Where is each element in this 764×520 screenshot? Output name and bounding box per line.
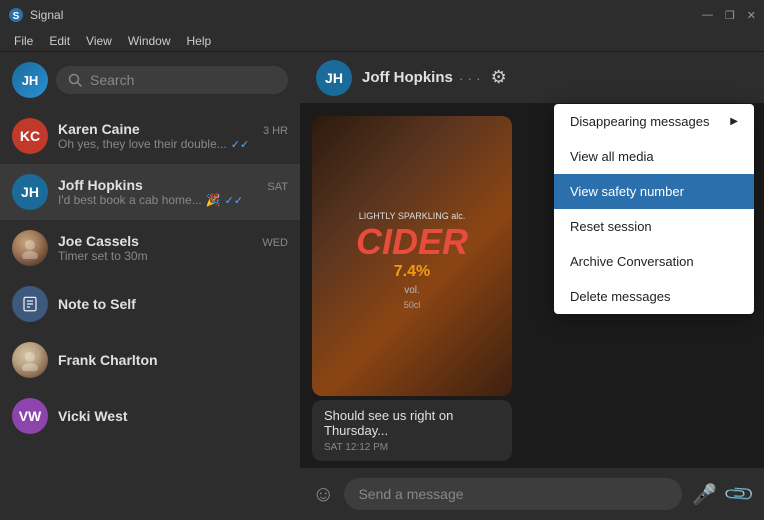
context-menu: Disappearing messages ▶ View all media V… — [554, 104, 754, 314]
list-item[interactable]: Frank Charlton — [0, 332, 300, 388]
emoji-icon: 🎉 — [206, 193, 221, 207]
list-item[interactable]: Note to Self — [0, 276, 300, 332]
chat-name: Joff Hopkins — [362, 69, 453, 86]
attachment-button[interactable]: 📎 — [722, 476, 757, 511]
cider-size-text: 50cl — [404, 300, 421, 310]
menu-help[interactable]: Help — [179, 30, 220, 51]
list-item[interactable]: VW Vicki West — [0, 388, 300, 444]
note-icon — [21, 295, 39, 313]
conv-preview: Timer set to 30m — [58, 249, 288, 263]
conv-name: Joe Cassels — [58, 233, 139, 249]
message-bubble: Should see us right on Thursday... SAT 1… — [312, 400, 512, 461]
main-layout: JH KC Karen Caine 3 HR — [0, 52, 764, 520]
list-item[interactable]: KC Karen Caine 3 HR Oh yes, they love th… — [0, 108, 300, 164]
minimize-button[interactable]: — — [702, 9, 713, 22]
my-avatar-initials: JH — [22, 73, 39, 88]
titlebar: S Signal — ❐ ✕ — [0, 0, 764, 30]
read-tick-icon: ✓✓ — [225, 194, 243, 207]
menu-file[interactable]: File — [6, 30, 41, 51]
message-image: LIGHTLY SPARKLING alc. CIDER 7.4% vol. 5… — [312, 116, 512, 396]
list-item[interactable]: JH Joff Hopkins SAT I'd best book a cab … — [0, 164, 300, 220]
search-input[interactable] — [90, 72, 276, 88]
conv-info: Joe Cassels WED Timer set to 30m — [58, 233, 288, 263]
menu-window[interactable]: Window — [120, 30, 179, 51]
conv-info: Joff Hopkins SAT I'd best book a cab hom… — [58, 177, 288, 207]
avatar: JH — [12, 174, 48, 210]
menu-item-delete-messages[interactable]: Delete messages — [554, 279, 754, 314]
sidebar: JH KC Karen Caine 3 HR — [0, 52, 300, 520]
avatar — [12, 230, 48, 266]
avatar — [12, 342, 48, 378]
conv-name: Frank Charlton — [58, 352, 158, 368]
conv-name: Note to Self — [58, 296, 136, 312]
cider-volume-text: vol. — [404, 285, 420, 296]
conv-name: Vicki West — [58, 408, 128, 424]
chat-header: JH Joff Hopkins · · · ⚙ — [300, 52, 764, 104]
search-bar: JH — [0, 52, 300, 108]
conv-name: Joff Hopkins — [58, 177, 143, 193]
received-message: LIGHTLY SPARKLING alc. CIDER 7.4% vol. 5… — [312, 116, 512, 461]
close-button[interactable]: ✕ — [747, 9, 756, 22]
cider-brand-text: CIDER — [356, 221, 468, 263]
my-avatar[interactable]: JH — [12, 62, 48, 98]
search-wrapper[interactable] — [56, 66, 288, 94]
emoji-button[interactable]: ☺ — [312, 481, 334, 507]
avatar: KC — [12, 118, 48, 154]
menu-edit[interactable]: Edit — [41, 30, 78, 51]
avatar — [12, 286, 48, 322]
person-silhouette-icon — [19, 237, 41, 259]
conv-time: WED — [262, 237, 288, 249]
status-dots: · · · — [459, 70, 481, 86]
menubar: File Edit View Window Help — [0, 30, 764, 52]
microphone-button[interactable]: 🎤 — [692, 482, 717, 507]
search-icon — [68, 73, 82, 87]
submenu-arrow-icon: ▶ — [730, 116, 738, 127]
menu-item-view-media[interactable]: View all media — [554, 139, 754, 174]
menu-item-reset-session[interactable]: Reset session — [554, 209, 754, 244]
message-text: Should see us right on Thursday... — [324, 408, 500, 438]
chat-avatar: JH — [316, 60, 352, 96]
window-controls[interactable]: — ❐ ✕ — [702, 9, 756, 22]
svg-text:S: S — [13, 11, 20, 22]
app-title: Signal — [30, 8, 702, 22]
message-time: SAT 12:12 PM — [324, 442, 500, 453]
person-silhouette-icon — [19, 349, 41, 371]
conv-preview: Oh yes, they love their double... ✓✓ — [58, 137, 288, 151]
cider-abv-text: 7.4% — [394, 263, 430, 281]
lightly-sparkling-text: LIGHTLY SPARKLING alc. — [359, 211, 466, 221]
list-item[interactable]: Joe Cassels WED Timer set to 30m — [0, 220, 300, 276]
conv-time: SAT — [267, 181, 288, 193]
maximize-button[interactable]: ❐ — [725, 9, 735, 22]
message-input[interactable] — [344, 478, 682, 510]
avatar: VW — [12, 398, 48, 434]
menu-item-safety-number[interactable]: View safety number — [554, 174, 754, 209]
chat-area: JH Joff Hopkins · · · ⚙ LIGHTLY SPARKLIN… — [300, 52, 764, 520]
conv-info: Vicki West — [58, 408, 288, 424]
menu-view[interactable]: View — [78, 30, 120, 51]
conv-info: Karen Caine 3 HR Oh yes, they love their… — [58, 121, 288, 151]
settings-icon[interactable]: ⚙ — [491, 67, 507, 88]
cider-image-content: LIGHTLY SPARKLING alc. CIDER 7.4% vol. 5… — [312, 116, 512, 396]
app-icon: S — [8, 7, 24, 23]
read-tick-icon: ✓✓ — [231, 138, 249, 151]
conv-preview: I'd best book a cab home... 🎉 ✓✓ — [58, 193, 288, 207]
menu-item-disappearing[interactable]: Disappearing messages ▶ — [554, 104, 754, 139]
conv-info: Note to Self — [58, 296, 288, 312]
conv-info: Frank Charlton — [58, 352, 288, 368]
input-area: ☺ 🎤 📎 — [300, 467, 764, 520]
conv-name: Karen Caine — [58, 121, 140, 137]
menu-item-archive[interactable]: Archive Conversation — [554, 244, 754, 279]
conversation-list: KC Karen Caine 3 HR Oh yes, they love th… — [0, 108, 300, 520]
conv-time: 3 HR — [263, 125, 288, 137]
chat-header-info: Joff Hopkins · · · — [362, 69, 481, 86]
